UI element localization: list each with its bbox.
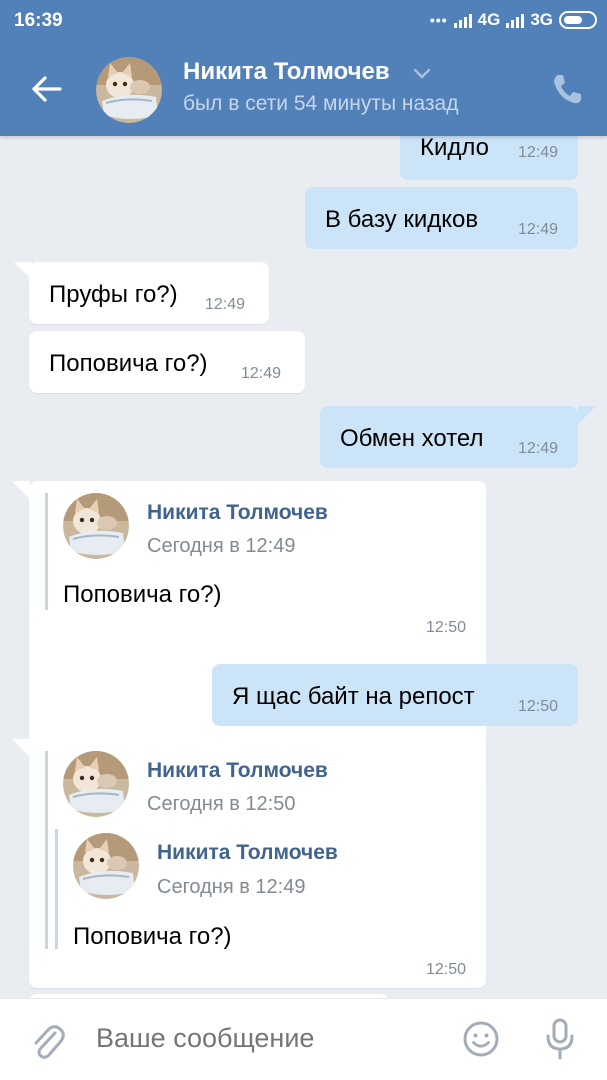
status-time: 16:39: [14, 10, 63, 31]
attach-icon[interactable]: [30, 1021, 66, 1061]
nested-forward-bar: [55, 829, 58, 949]
message-text: Я щас байт на репост: [232, 683, 475, 710]
forward-bar: [45, 751, 48, 949]
message-time: 12:49: [517, 221, 558, 238]
message-time: 12:50: [425, 961, 466, 978]
message-incoming[interactable]: Пруфы го?) 12:49: [29, 262, 269, 324]
nested-forward-date: Сегодня в 12:49: [157, 876, 306, 898]
message-time: 12:49: [205, 296, 246, 313]
message-outgoing[interactable]: Кидло 12:49: [400, 136, 578, 180]
phone-icon[interactable]: [551, 72, 583, 106]
message-text: В базу кидков: [325, 206, 479, 233]
message-text: Поповича го?): [63, 581, 222, 608]
message-outgoing[interactable]: Я щас байт на репост 12:50: [212, 664, 578, 726]
message-time: 12:49: [517, 440, 558, 457]
signal-icon-2: [506, 12, 525, 28]
signal-icon: [453, 12, 472, 28]
message-composer: [0, 998, 607, 1080]
last-seen-status: был в сети 54 минуты назад: [183, 92, 459, 115]
bubble-tail: [12, 481, 30, 499]
message-list[interactable]: Кидло 12:49 В базу кидков 12:49 Пруфы го…: [0, 136, 607, 998]
message-text: Пруфы го?): [49, 281, 178, 308]
notification-dots-icon: •••: [429, 12, 448, 28]
network-label-1: 4G: [477, 10, 501, 29]
avatar[interactable]: [96, 57, 162, 123]
network-label-2: 3G: [530, 10, 553, 29]
forward-bar: [45, 493, 48, 610]
avatar[interactable]: [63, 493, 129, 559]
forward-date: Сегодня в 12:49: [147, 535, 296, 557]
mic-icon[interactable]: [542, 1017, 578, 1061]
status-bar: 16:39 ••• 4G 3G: [0, 0, 607, 44]
contact-name[interactable]: Никита Толмочев: [183, 58, 390, 86]
battery-icon: [559, 11, 597, 29]
message-time: 12:50: [425, 619, 466, 636]
nested-forward-author[interactable]: Никита Толмочев: [157, 841, 338, 865]
avatar[interactable]: [73, 833, 139, 899]
message-incoming[interactable]: Поповича го?) 12:49: [29, 331, 305, 393]
emoji-icon[interactable]: [462, 1020, 500, 1058]
message-outgoing[interactable]: В базу кидков 12:49: [305, 187, 578, 249]
back-arrow-icon[interactable]: [30, 72, 64, 106]
bubble-tail: [12, 739, 30, 757]
message-text: Кидло: [420, 136, 490, 161]
message-time: 12:49: [241, 365, 282, 382]
message-time: 12:49: [517, 144, 558, 161]
message-text: Обмен хотел: [340, 425, 484, 452]
forward-date: Сегодня в 12:50: [147, 793, 296, 815]
message-incoming-forwarded[interactable]: Никита Толмочев Сегодня в 12:50 Никита Т…: [29, 739, 486, 988]
forward-author[interactable]: Никита Толмочев: [147, 759, 328, 783]
status-indicators: ••• 4G 3G: [430, 10, 597, 30]
message-time: 12:50: [517, 698, 558, 715]
avatar[interactable]: [63, 751, 129, 817]
chevron-down-icon[interactable]: [412, 66, 432, 82]
message-text: Поповича го?): [73, 923, 232, 950]
message-outgoing[interactable]: Обмен хотел 12:49: [320, 406, 578, 468]
message-input[interactable]: [96, 1023, 436, 1054]
chat-header: Никита Толмочев был в сети 54 минуты наз…: [0, 44, 607, 136]
message-text: Поповича го?): [49, 350, 208, 377]
forward-author[interactable]: Никита Толмочев: [147, 501, 328, 525]
bubble-tail: [578, 406, 596, 424]
